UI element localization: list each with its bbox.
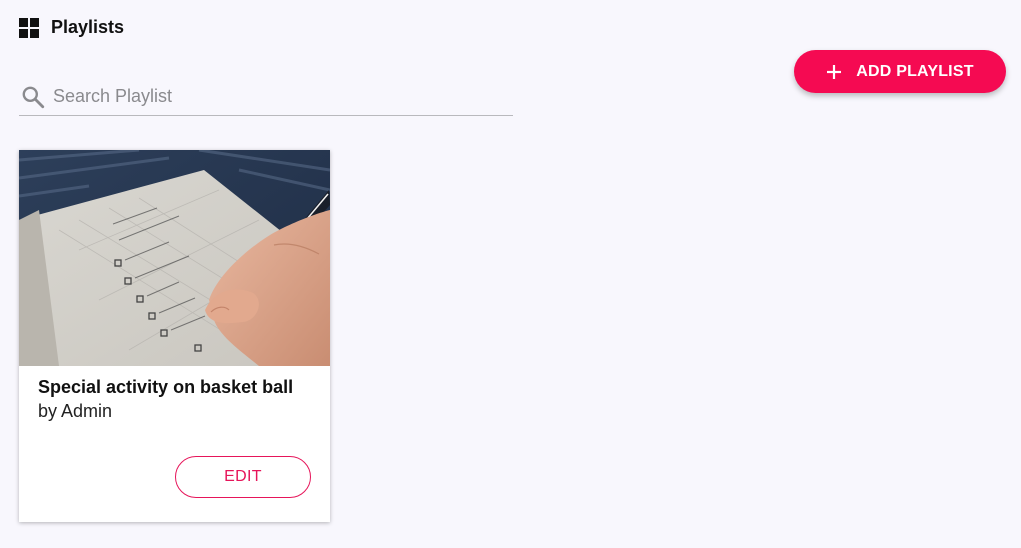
add-playlist-label: ADD PLAYLIST bbox=[856, 62, 974, 80]
playlist-thumbnail[interactable] bbox=[19, 150, 330, 366]
search-icon[interactable] bbox=[20, 84, 46, 110]
page-header: Playlists bbox=[19, 17, 124, 38]
search-input[interactable] bbox=[53, 86, 493, 107]
playlist-author: by Admin bbox=[38, 401, 113, 421]
add-playlist-button[interactable]: ADD PLAYLIST bbox=[794, 50, 1006, 93]
search-bar bbox=[19, 78, 513, 116]
playlist-title: Special activity on basket ball bbox=[38, 377, 294, 397]
grid-icon bbox=[19, 17, 39, 38]
edit-button[interactable]: EDIT bbox=[175, 456, 311, 498]
plus-icon bbox=[827, 64, 842, 79]
playlist-card[interactable]: Special activity on basket ball by Admin… bbox=[19, 150, 330, 522]
page-title: Playlists bbox=[51, 17, 125, 37]
